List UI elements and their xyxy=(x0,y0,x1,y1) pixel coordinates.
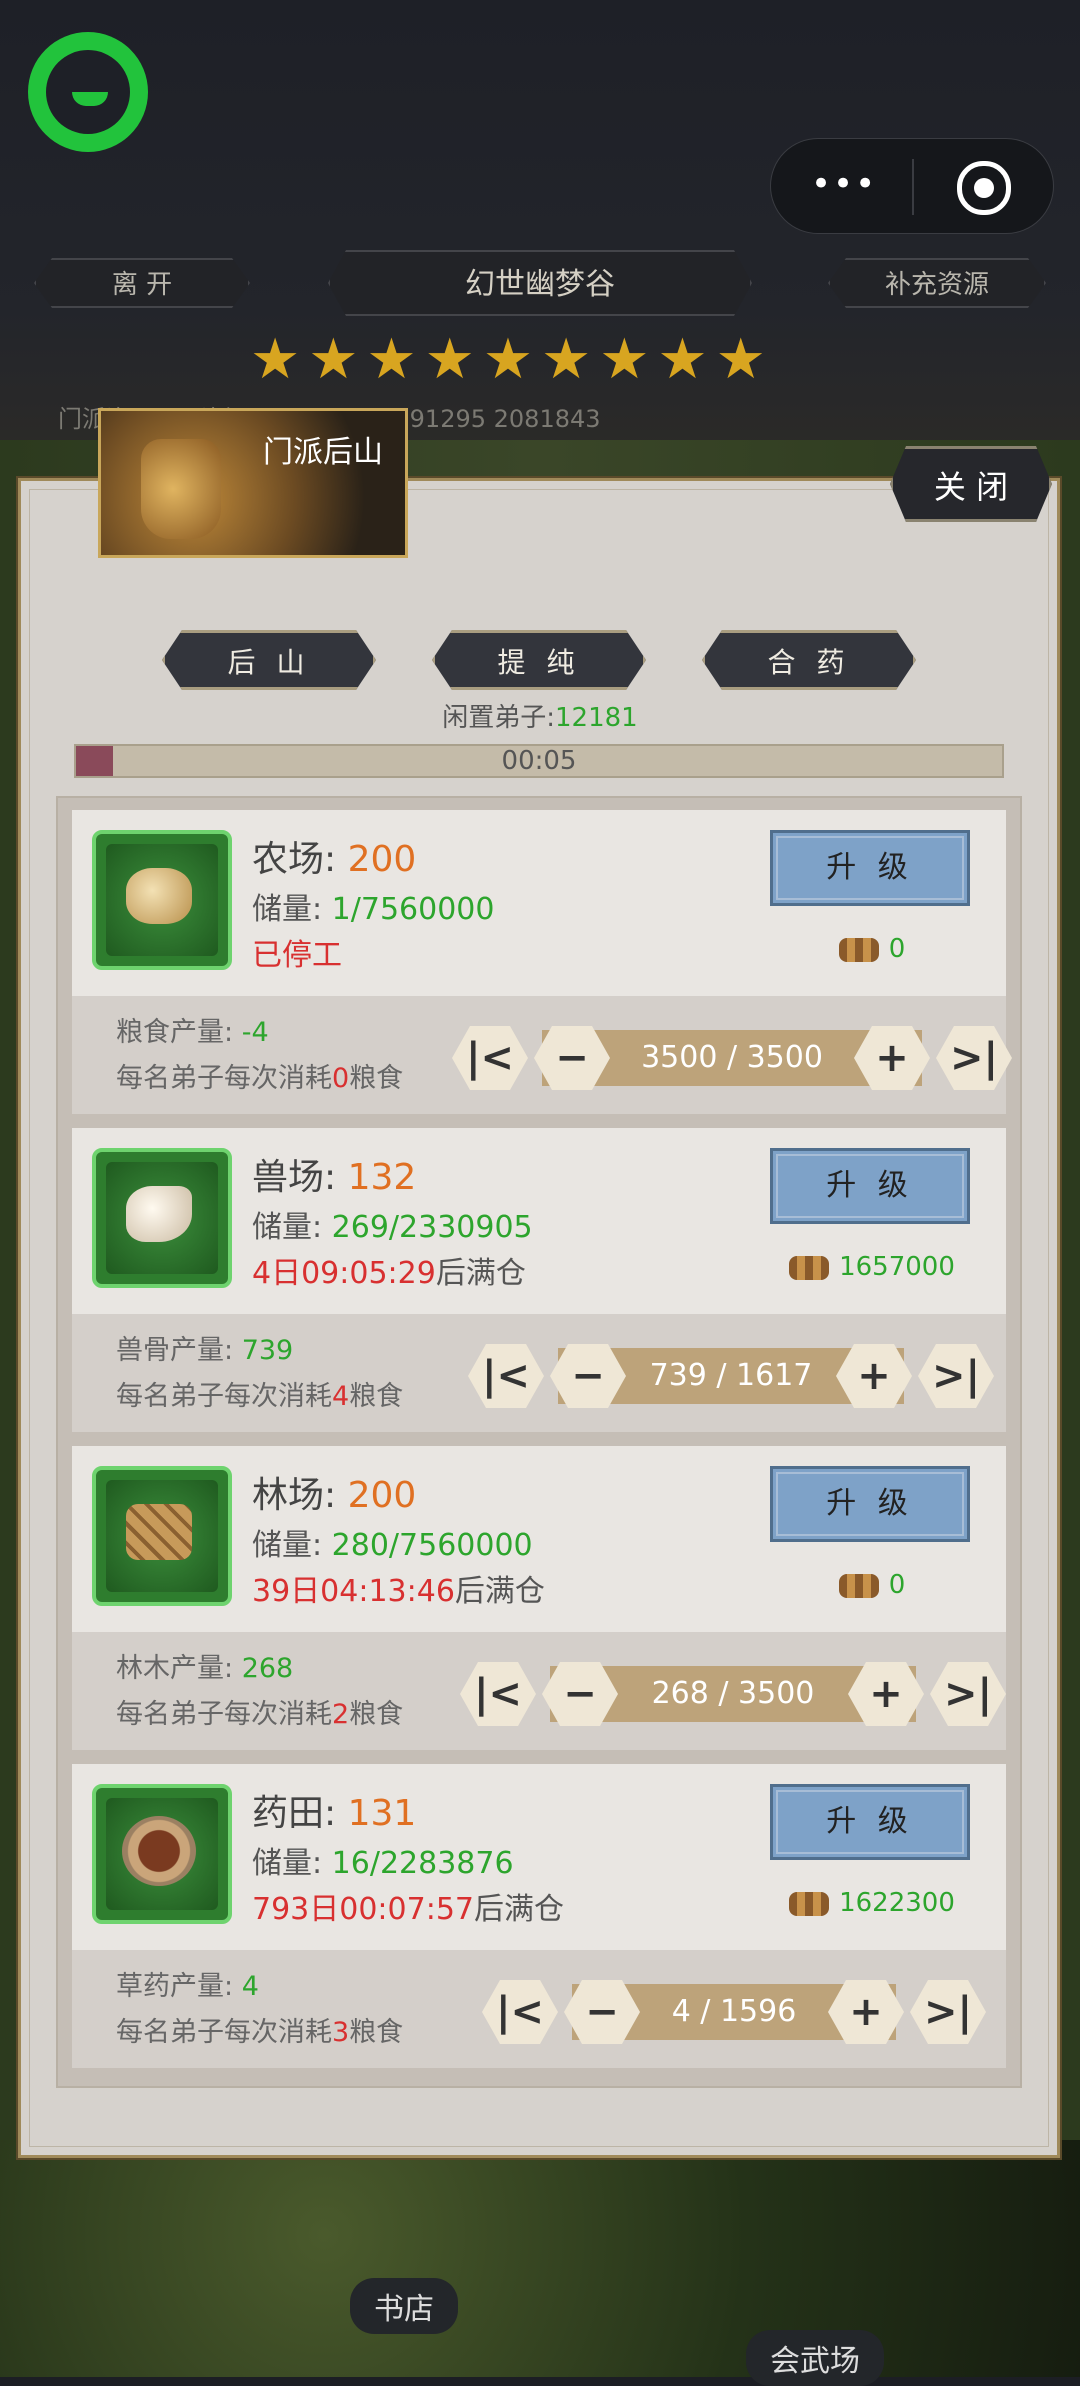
production-rate: 林木产量: 268 xyxy=(116,1653,294,1684)
alchemy-pot-icon xyxy=(141,439,221,539)
upgrade-button[interactable]: 升 级 xyxy=(770,830,970,906)
wood-logs-icon xyxy=(92,1466,232,1606)
bottom-map xyxy=(0,2140,1080,2377)
close-button[interactable]: 关 闭 xyxy=(890,446,1052,522)
facility-status: 793日00:07:57后满仓 xyxy=(252,1892,564,1927)
map-arena-label[interactable]: 会武场 xyxy=(746,2330,884,2386)
assign-value: 739 / 1617 xyxy=(649,1358,813,1393)
upgrade-button[interactable]: 升 级 xyxy=(770,1466,970,1542)
production-rate: 粮食产量: -4 xyxy=(116,1017,269,1048)
facility-stock: 储量: 269/2330905 xyxy=(252,1210,533,1245)
upgrade-cost: 0 xyxy=(762,1570,982,1600)
assign-control: 3500 / 3500 |< − + >| xyxy=(452,1026,1012,1090)
production-rate: 兽骨产量: 739 xyxy=(116,1335,294,1366)
facility-status: 4日09:05:29后满仓 xyxy=(252,1256,526,1291)
star-rating: ★★★★★★★★★ xyxy=(250,327,774,392)
target-icon[interactable] xyxy=(957,161,1011,215)
production-rate: 草药产量: 4 xyxy=(116,1971,259,2002)
map-bookstore-label[interactable]: 书店 xyxy=(350,2278,458,2334)
timer-progress: 00:05 xyxy=(74,744,1004,778)
facility-card-farm: 农场: 200 储量: 1/7560000 已停工 升 级 0 粮食产量: -4… xyxy=(72,810,1006,1114)
facility-stock: 储量: 16/2283876 xyxy=(252,1846,514,1881)
more-dots-icon[interactable]: ••• xyxy=(811,167,891,205)
panel-thumbnail: 门派后山 xyxy=(98,408,408,558)
logs-cost-icon xyxy=(838,937,879,962)
upgrade-button[interactable]: 升 级 xyxy=(770,1148,970,1224)
assign-control: 739 / 1617 |< − + >| xyxy=(468,1344,994,1408)
logs-cost-icon xyxy=(789,1255,830,1280)
idle-disciples: 闲置弟子:12181 xyxy=(0,697,1080,734)
assign-control: 268 / 3500 |< − + >| xyxy=(460,1662,1006,1726)
facility-card-beast: 兽场: 132 储量: 269/2330905 4日09:05:29后满仓 升 … xyxy=(72,1128,1006,1432)
assign-control: 4 / 1596 |< − + >| xyxy=(482,1980,986,2044)
upgrade-cost: 1622300 xyxy=(762,1888,982,1918)
leave-button[interactable]: 离 开 xyxy=(34,258,250,308)
consumption-text: 每名弟子每次消耗4粮食 xyxy=(116,1381,404,1412)
consumption-text: 每名弟子每次消耗2粮食 xyxy=(116,1699,404,1730)
tab-compound[interactable]: 合 药 xyxy=(702,630,916,690)
facility-status: 39日04:13:46后满仓 xyxy=(252,1574,545,1609)
facility-stock: 储量: 1/7560000 xyxy=(252,892,495,927)
logs-cost-icon xyxy=(789,1891,830,1916)
facility-card-herb: 药田: 131 储量: 16/2283876 793日00:07:57后满仓 升… xyxy=(72,1764,1006,2068)
panel-title: 门派后山 xyxy=(263,435,383,470)
facility-name: 兽场: 132 xyxy=(252,1157,417,1198)
facility-name: 林场: 200 xyxy=(252,1475,417,1516)
tab-back-mountain[interactable]: 后 山 xyxy=(162,630,376,690)
consumption-text: 每名弟子每次消耗0粮食 xyxy=(116,1063,404,1094)
logs-cost-icon xyxy=(838,1573,879,1598)
facility-name: 农场: 200 xyxy=(252,839,417,880)
supplement-resources-button[interactable]: 补充资源 xyxy=(828,258,1046,308)
upgrade-cost: 0 xyxy=(762,934,982,964)
facility-card-forest: 林场: 200 储量: 280/7560000 39日04:13:46后满仓 升… xyxy=(72,1446,1006,1750)
miniapp-capsule: ••• xyxy=(770,138,1054,234)
assign-value: 268 / 3500 xyxy=(651,1676,815,1711)
grain-sack-icon xyxy=(92,830,232,970)
upgrade-button[interactable]: 升 级 xyxy=(770,1784,970,1860)
sect-title: 幻世幽梦谷 xyxy=(328,250,752,316)
facility-name: 药田: 131 xyxy=(252,1793,417,1834)
facility-status: 已停工 xyxy=(252,938,342,973)
idle-label: 闲置弟子: xyxy=(442,703,556,733)
upgrade-cost: 1657000 xyxy=(762,1252,982,1282)
herb-bowl-icon xyxy=(92,1784,232,1924)
facility-stock: 储量: 280/7560000 xyxy=(252,1528,533,1563)
tab-refine[interactable]: 提 纯 xyxy=(432,630,646,690)
consumption-text: 每名弟子每次消耗3粮食 xyxy=(116,2017,404,2048)
wechat-logo-icon xyxy=(28,32,148,152)
timer-text: 00:05 xyxy=(501,746,577,776)
beast-bone-icon xyxy=(92,1148,232,1288)
idle-value: 12181 xyxy=(555,703,638,733)
